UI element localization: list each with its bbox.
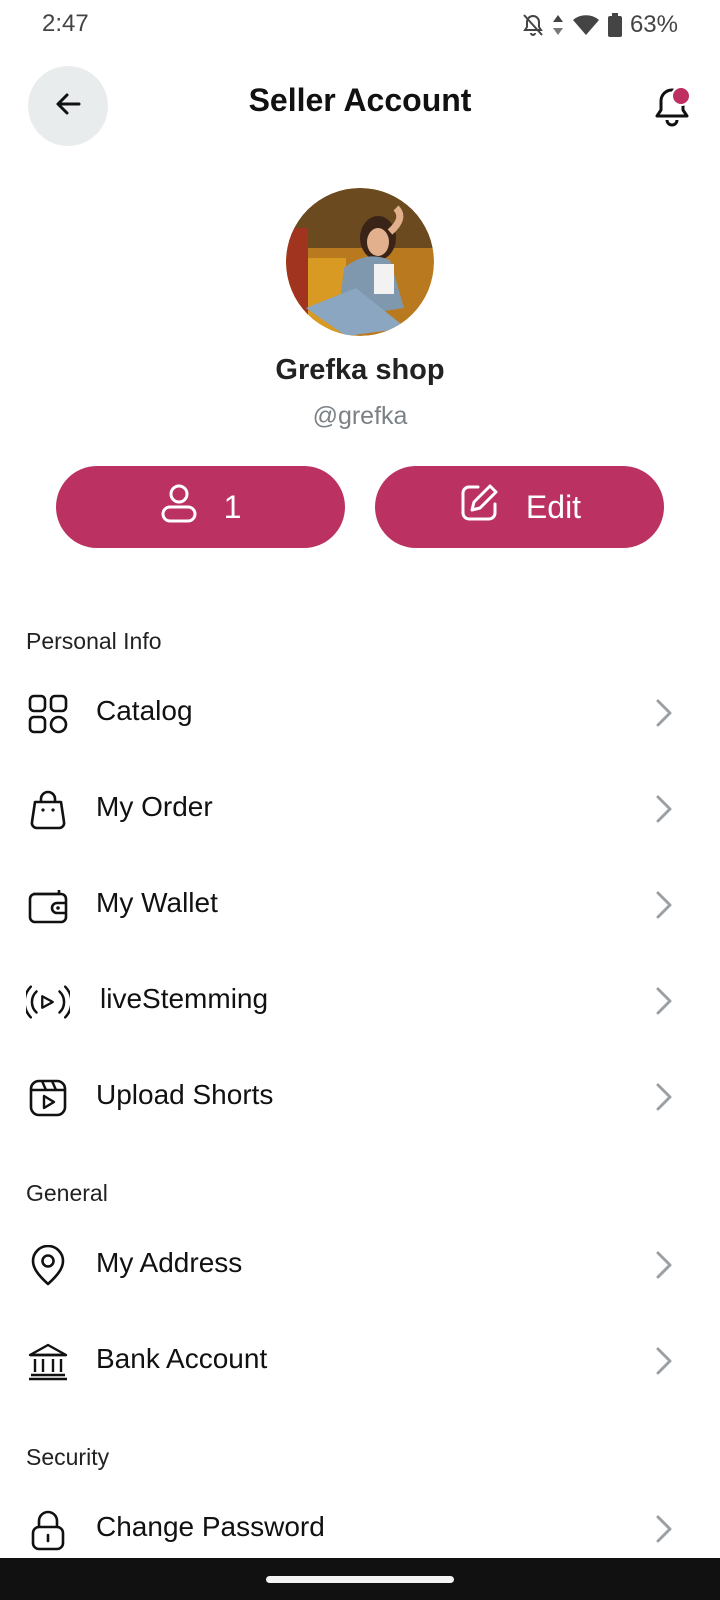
followers-button[interactable]: 1 bbox=[56, 466, 345, 548]
user-icon bbox=[160, 483, 198, 531]
menu-item-livestreaming[interactable]: liveStemming bbox=[0, 960, 720, 1040]
section-personal-info: Personal Info bbox=[26, 628, 162, 654]
section-security: Security bbox=[26, 1444, 110, 1470]
chevron-right-icon bbox=[650, 1346, 676, 1376]
status-icons: 63% bbox=[522, 10, 678, 40]
wallet-icon bbox=[26, 884, 70, 928]
avatar bbox=[286, 188, 434, 336]
edit-profile-button[interactable]: Edit bbox=[375, 466, 664, 548]
chevron-right-icon bbox=[650, 1514, 676, 1544]
chevron-right-icon bbox=[650, 794, 676, 824]
edit-icon bbox=[458, 482, 500, 532]
menu-item-label: Change Password bbox=[96, 1511, 325, 1542]
section-general: General bbox=[26, 1180, 108, 1206]
menu-item-change-password[interactable]: Change Password bbox=[0, 1488, 720, 1568]
menu-item-bank-account[interactable]: Bank Account bbox=[0, 1320, 720, 1400]
chevron-right-icon bbox=[650, 1250, 676, 1280]
page-title: Seller Account bbox=[248, 82, 472, 118]
notification-badge bbox=[671, 86, 691, 106]
menu-item-upload-shorts[interactable]: Upload Shorts bbox=[0, 1056, 720, 1136]
menu-item-catalog[interactable]: Catalog bbox=[0, 672, 720, 752]
chevron-right-icon bbox=[650, 698, 676, 728]
shopping-bag-icon bbox=[26, 788, 70, 832]
data-arrows-icon bbox=[552, 14, 564, 36]
status-bar: 2:47 63% bbox=[0, 0, 720, 50]
chevron-right-icon bbox=[650, 1082, 676, 1112]
bell-off-icon bbox=[522, 13, 544, 37]
menu-item-label: My Order bbox=[96, 791, 213, 822]
broadcast-icon bbox=[26, 980, 70, 1024]
battery-percentage: 63% bbox=[629, 11, 678, 38]
menu-item-label: Upload Shorts bbox=[96, 1079, 274, 1110]
edit-label: Edit bbox=[525, 488, 582, 525]
home-gesture-bar[interactable] bbox=[266, 1576, 454, 1583]
status-time: 2:47 bbox=[42, 10, 89, 37]
chevron-right-icon bbox=[650, 890, 676, 920]
menu-item-label: Bank Account bbox=[96, 1343, 268, 1374]
reels-icon bbox=[26, 1076, 70, 1120]
location-pin-icon bbox=[26, 1244, 70, 1288]
wifi-icon bbox=[572, 14, 600, 36]
bell-icon bbox=[650, 88, 694, 132]
grid-icon bbox=[26, 692, 70, 736]
shop-name: Grefka shop bbox=[275, 354, 445, 386]
menu-item-label: Catalog bbox=[96, 695, 193, 726]
menu-item-label: liveStemming bbox=[100, 983, 269, 1014]
menu-item-my-order[interactable]: My Order bbox=[0, 768, 720, 848]
menu-item-label: My Wallet bbox=[96, 887, 218, 918]
chevron-right-icon bbox=[650, 986, 676, 1016]
followers-count: 1 bbox=[223, 488, 242, 525]
bank-icon bbox=[26, 1340, 70, 1384]
battery-icon bbox=[607, 13, 622, 37]
lock-icon bbox=[26, 1508, 70, 1552]
menu-item-my-wallet[interactable]: My Wallet bbox=[0, 864, 720, 944]
menu-item-my-address[interactable]: My Address bbox=[0, 1224, 720, 1304]
username: @grefka bbox=[312, 402, 408, 430]
menu-item-label: My Address bbox=[96, 1247, 243, 1278]
